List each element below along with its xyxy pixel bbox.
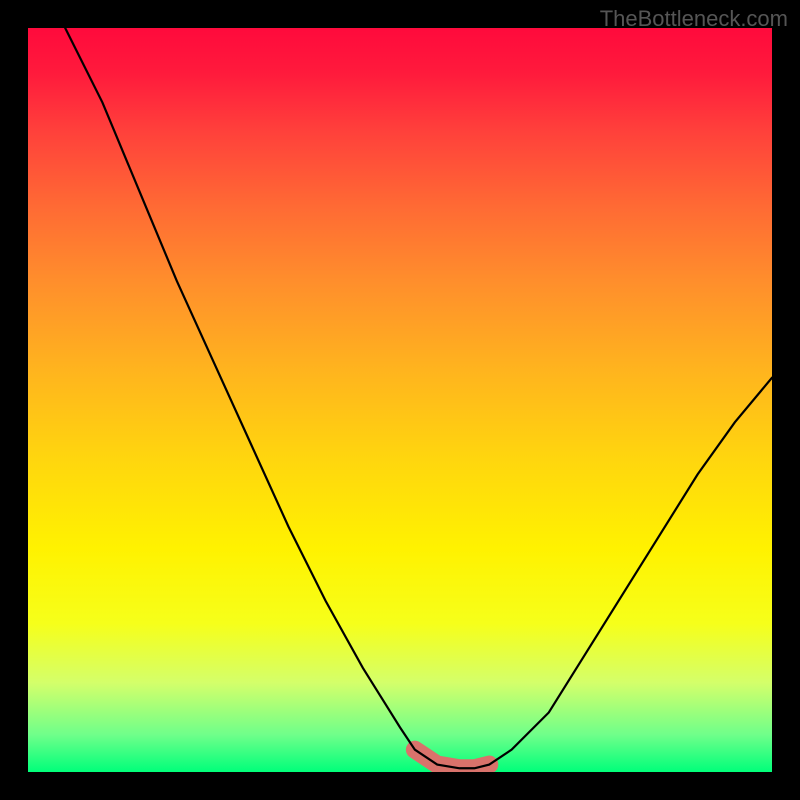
plot-area [28, 28, 772, 772]
chart-svg [28, 28, 772, 772]
watermark-text: TheBottleneck.com [600, 6, 788, 32]
curve-line [65, 28, 772, 768]
highlight-segment [415, 750, 489, 769]
